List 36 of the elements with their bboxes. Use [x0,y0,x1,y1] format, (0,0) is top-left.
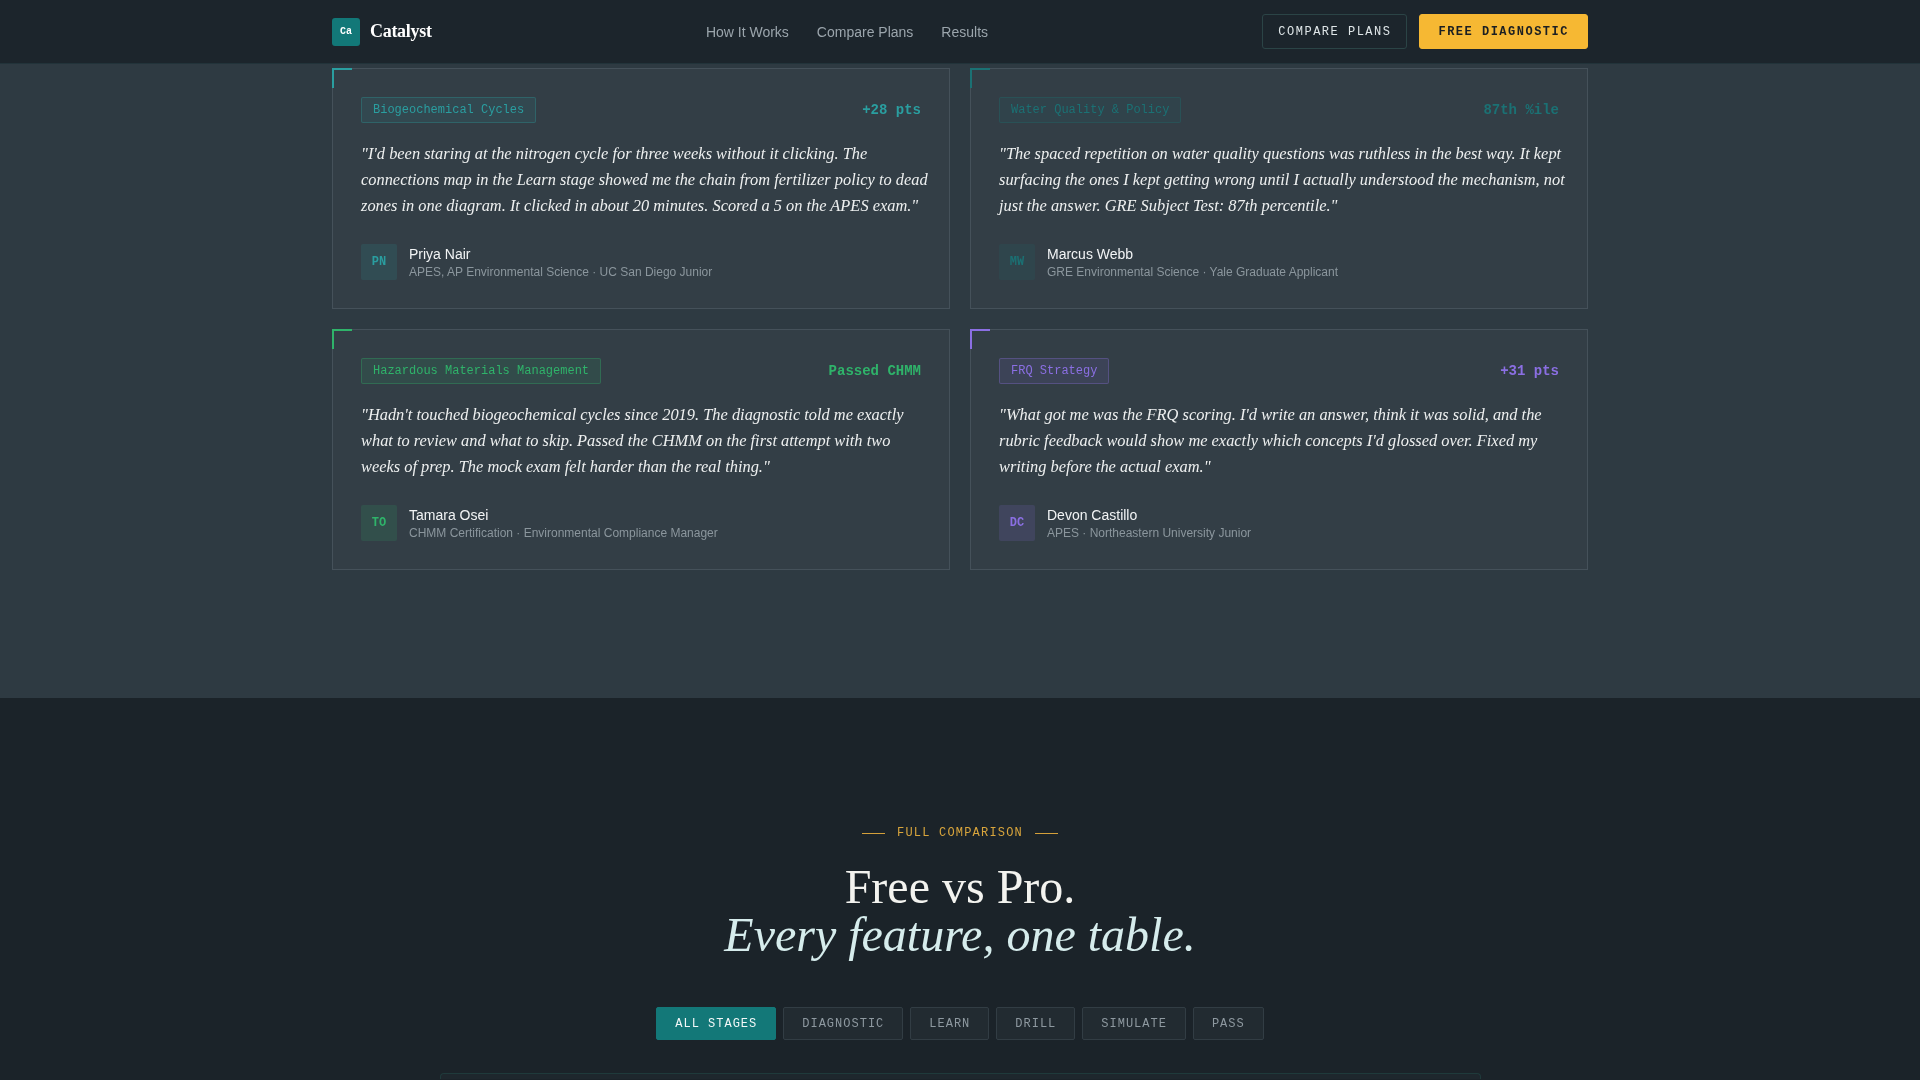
nav-link[interactable]: Results [941,23,989,40]
avatar: DC [999,505,1035,541]
author-name: Priya Nair [409,245,472,262]
secondary-button[interactable]: COMPARE PLANS [1262,14,1408,49]
brand-name[interactable]: Catalyst [370,21,432,42]
logo-mark[interactable]: Ca [332,17,360,46]
author-detail: APES · Northeastern University Junior [1047,525,1252,540]
topic-tag: Hazardous Materials Management [361,358,602,384]
testimonial-quote: "The spaced repetition on water quality questions was ruthless in the best way. It kept surfacing the ones I kept getting wrong until I actually understood the mechanism, not just the answer. GRE Subject Test: 87th percentile." [999,143,1566,217]
score-result: +28 pts [862,102,921,118]
section-heading: Free vs Pro. Every feature, one table. [724,863,1196,959]
score-result: Passed CHMM [828,363,921,379]
testimonial-quote: "Hadn't touched biogeochemical cycles since 2019. The diagnostic told me exactly what to review and what to skip. Passed the CHMM on the first attempt with two weeks of prep. The mock exam felt harder than the real thing." [361,404,905,478]
stage-tab[interactable]: ALL STAGES [656,1007,777,1040]
author-name: Tamara Osei [409,506,490,523]
stage-tab[interactable]: SIMULATE [1082,1007,1186,1040]
nav-link[interactable]: How It Works [705,23,789,40]
stage-tab[interactable]: DRILL [996,1007,1076,1040]
author-name: Marcus Webb [1047,245,1135,262]
avatar: TO [361,505,397,541]
stage-tab[interactable]: PASS [1192,1007,1264,1040]
section-eyebrow: FULL COMPARISON [897,825,1023,841]
testimonial-quote: "I'd been staring at the nitrogen cycle for three weeks without it clicking. The connections map in the Learn stage showed me the chain from fertilizer policy to dead zones in one diagram. It clicked in about 20 minutes. Scored a 5 on the APES exam." [361,143,929,217]
topic-tag: Biogeochemical Cycles [361,97,537,123]
stage-tab[interactable]: DIAGNOSTIC [783,1007,904,1040]
author-detail: GRE Environmental Science · Yale Graduate Applicant [1047,264,1339,279]
nav-link[interactable]: Compare Plans [816,23,914,40]
topic-tag: FRQ Strategy [999,358,1110,384]
testimonial-quote: "What got me was the FRQ scoring. I'd write an answer, think it was solid, and the rubric feedback would show me exactly which concepts I'd glossed over. Fixed my writing before the actual exam." [999,404,1543,478]
stage-tab[interactable]: LEARN [910,1007,990,1040]
cta-button[interactable]: FREE DIAGNOSTIC [1419,14,1588,49]
avatar: PN [361,244,397,280]
author-detail: CHMM Certification · Environmental Compliance Manager [409,525,718,540]
score-result: +31 pts [1500,363,1559,379]
author-detail: APES, AP Environmental Science · UC San Diego Junior [409,264,713,279]
author-name: Devon Castillo [1047,506,1139,523]
